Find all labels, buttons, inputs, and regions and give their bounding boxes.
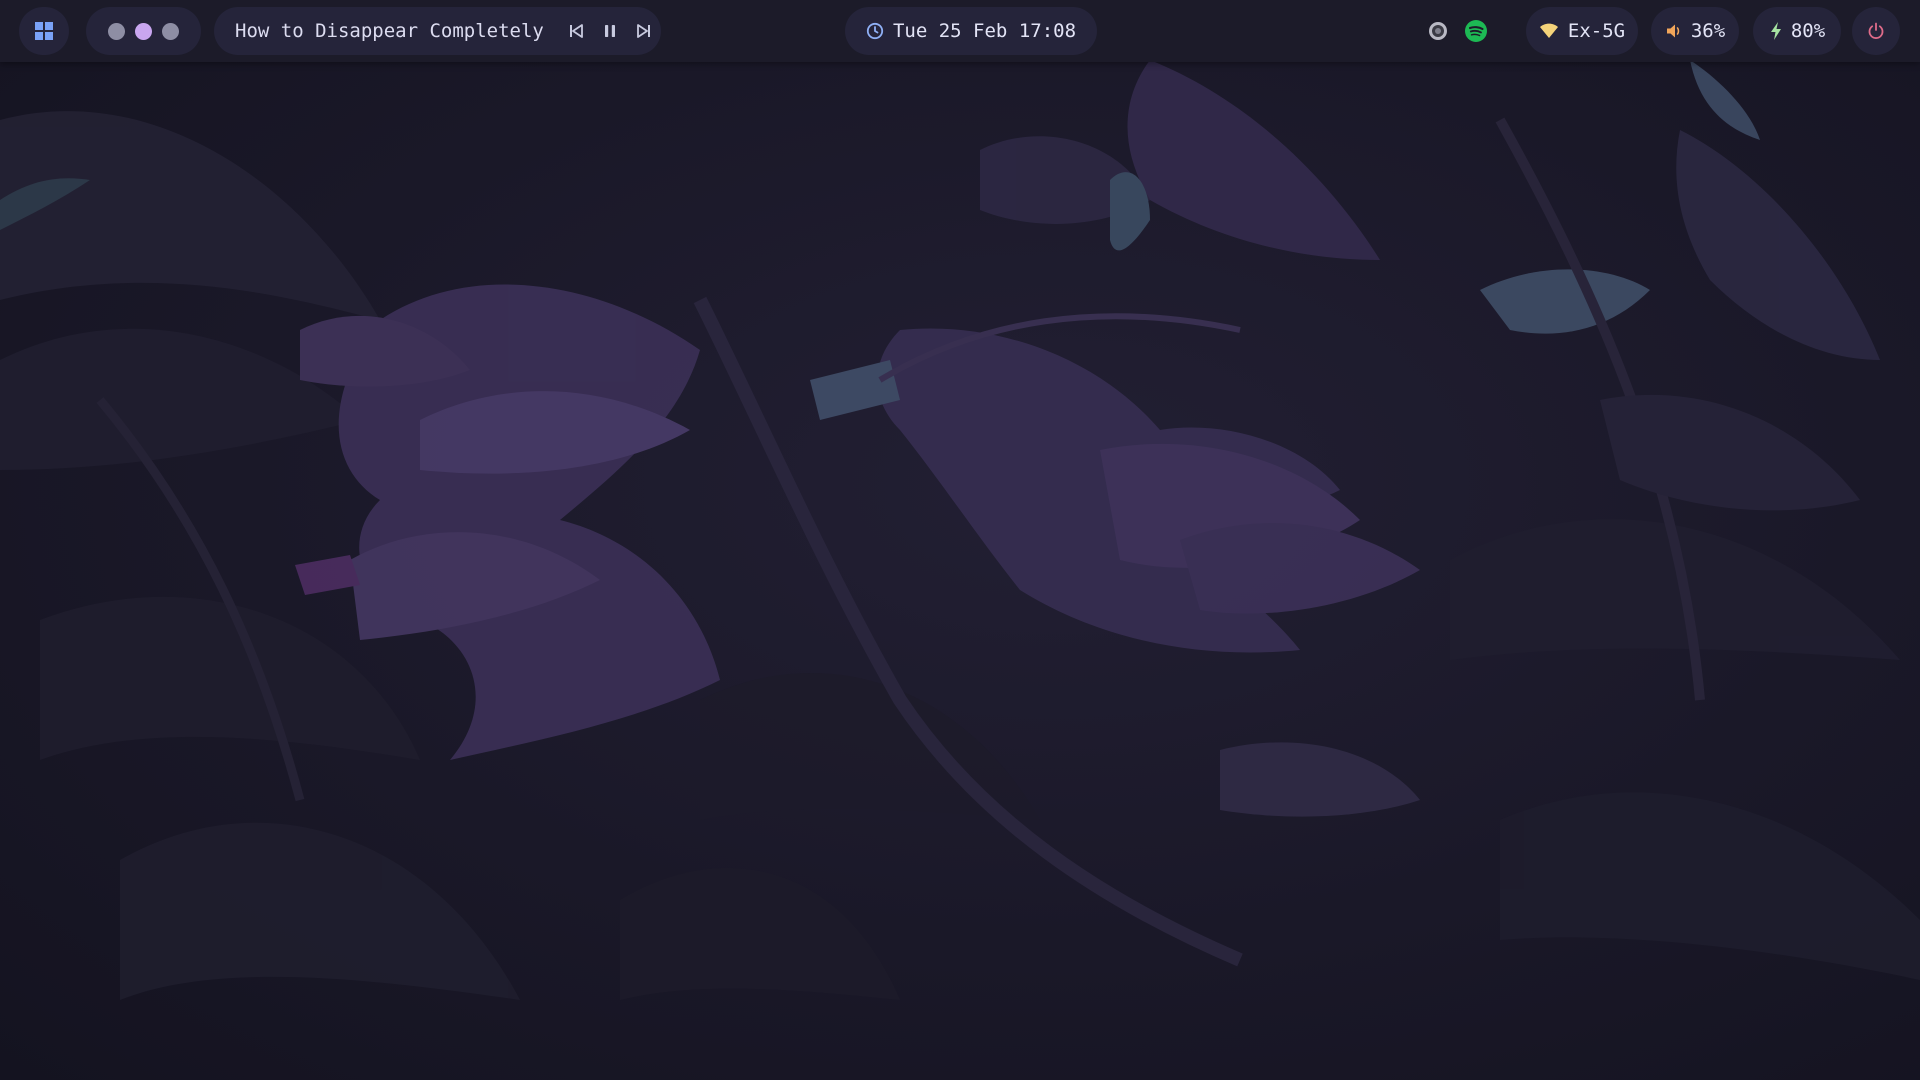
desktop-wallpaper <box>0 0 1920 1080</box>
media-controls <box>566 21 654 41</box>
spotify-icon[interactable] <box>1464 19 1488 43</box>
workspace-switcher <box>86 7 201 55</box>
clock-module[interactable]: Tue 25 Feb 17:08 <box>845 7 1097 55</box>
pause-icon[interactable] <box>600 21 620 41</box>
bolt-icon <box>1769 21 1783 41</box>
workspace-1-indicator[interactable] <box>108 22 125 40</box>
battery-level: 80% <box>1790 20 1826 42</box>
windows-grid-icon <box>34 21 54 41</box>
speaker-icon <box>1665 22 1683 40</box>
previous-icon[interactable] <box>566 21 586 41</box>
power-button[interactable] <box>1852 7 1900 55</box>
app-launcher-button[interactable] <box>19 7 69 55</box>
volume-level: 36% <box>1690 20 1726 42</box>
clock-icon <box>866 22 884 40</box>
media-track-title: How to Disappear Completely <box>235 20 544 42</box>
network-ssid: Ex-5G <box>1567 20 1626 42</box>
top-bar: How to Disappear Completely Tue 25 Feb 1… <box>0 0 1920 62</box>
workspace-3-indicator[interactable] <box>162 22 179 40</box>
clock-datetime: Tue 25 Feb 17:08 <box>892 20 1077 42</box>
next-icon[interactable] <box>634 21 654 41</box>
record-icon[interactable] <box>1428 21 1448 41</box>
power-icon <box>1867 22 1885 40</box>
media-player-module: How to Disappear Completely <box>214 7 661 55</box>
wallpaper-leaf-pattern <box>0 60 1920 1000</box>
wifi-icon <box>1539 22 1559 40</box>
network-module[interactable]: Ex-5G <box>1526 7 1638 55</box>
workspace-2-indicator[interactable] <box>135 22 152 40</box>
volume-module[interactable]: 36% <box>1651 7 1739 55</box>
system-tray <box>1418 7 1498 55</box>
battery-module[interactable]: 80% <box>1753 7 1841 55</box>
